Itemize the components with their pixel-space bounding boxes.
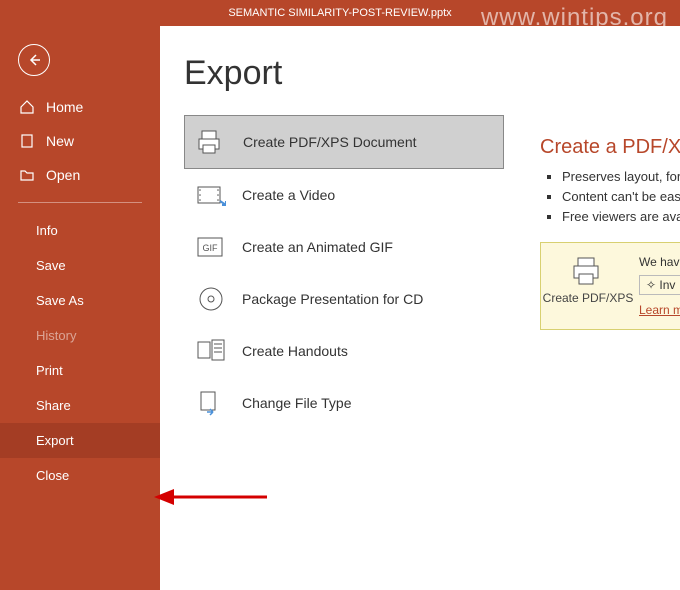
- export-option-pdf-xps[interactable]: Create PDF/XPS Document: [184, 115, 504, 169]
- sidebar-item-print[interactable]: Print: [0, 353, 160, 388]
- detail-bullets: Preserves layout, forma Content can't be…: [540, 169, 680, 224]
- detail-bullet: Free viewers are availa: [562, 209, 680, 224]
- home-icon: [18, 98, 36, 116]
- export-option-video[interactable]: Create a Video: [184, 169, 504, 221]
- export-option-package-cd[interactable]: Package Presentation for CD: [184, 273, 504, 325]
- export-option-label: Create an Animated GIF: [242, 239, 393, 255]
- promo-line1: We have: [639, 255, 680, 269]
- sidebar-item-save[interactable]: Save: [0, 248, 160, 283]
- sidebar-item-info[interactable]: Info: [0, 213, 160, 248]
- sidebar-item-save-as[interactable]: Save As: [0, 283, 160, 318]
- export-option-label: Create a Video: [242, 187, 335, 203]
- back-arrow-icon: [26, 52, 42, 68]
- export-option-label: Create PDF/XPS Document: [243, 134, 417, 150]
- new-icon: [18, 132, 36, 150]
- export-option-change-file-type[interactable]: Change File Type: [184, 377, 504, 429]
- detail-bullet: Content can't be easily: [562, 189, 680, 204]
- detail-panel: Create a PDF/X Preserves layout, forma C…: [540, 136, 680, 330]
- export-option-label: Package Presentation for CD: [242, 291, 423, 307]
- page-title: Export: [184, 54, 680, 93]
- gif-icon: GIF: [194, 233, 228, 261]
- back-button[interactable]: [18, 44, 50, 76]
- content-pane: Export Create PDF/XPS Document Create a …: [160, 26, 680, 590]
- detail-heading: Create a PDF/X: [540, 136, 680, 159]
- sidebar-item-home[interactable]: Home: [0, 90, 160, 124]
- cd-icon: [194, 285, 228, 313]
- learn-more-link[interactable]: Learn m: [639, 303, 680, 317]
- sidebar-separator: [18, 202, 142, 203]
- sidebar-item-label: New: [46, 133, 74, 149]
- create-pdf-xps-button[interactable]: Create PDF/XPS: [553, 255, 623, 317]
- create-pdf-xps-label: Create PDF/XPS: [543, 291, 634, 305]
- sidebar-item-close[interactable]: Close: [0, 458, 160, 493]
- sidebar-item-label: Home: [46, 99, 83, 115]
- sidebar-item-share[interactable]: Share: [0, 388, 160, 423]
- export-option-handouts[interactable]: Create Handouts: [184, 325, 504, 377]
- video-icon: [194, 181, 228, 209]
- export-options-list: Create PDF/XPS Document Create a Video G…: [184, 115, 504, 429]
- open-icon: [18, 166, 36, 184]
- sidebar-item-open[interactable]: Open: [0, 158, 160, 192]
- main-area: Home New Open Info Save Save As History …: [0, 26, 680, 590]
- handouts-icon: [194, 337, 228, 365]
- promo-box: Create PDF/XPS We have ✧ Inv Learn m: [540, 242, 680, 330]
- printer-icon: [568, 255, 608, 287]
- backstage-sidebar: Home New Open Info Save Save As History …: [0, 26, 160, 590]
- change-file-type-icon: [194, 389, 228, 417]
- export-option-label: Create Handouts: [242, 343, 348, 359]
- detail-bullet: Preserves layout, forma: [562, 169, 680, 184]
- export-option-gif[interactable]: GIF Create an Animated GIF: [184, 221, 504, 273]
- document-title: SEMANTIC SIMILARITY-POST-REVIEW.pptx: [228, 7, 451, 19]
- sidebar-item-history: History: [0, 318, 160, 353]
- title-bar: SEMANTIC SIMILARITY-POST-REVIEW.pptx: [0, 0, 680, 26]
- investigate-button[interactable]: ✧ Inv: [639, 275, 680, 295]
- pdf-printer-icon: [195, 128, 229, 156]
- sidebar-item-new[interactable]: New: [0, 124, 160, 158]
- export-option-label: Change File Type: [242, 395, 351, 411]
- promo-text: We have ✧ Inv Learn m: [639, 255, 680, 317]
- svg-text:GIF: GIF: [203, 243, 219, 253]
- sidebar-item-export[interactable]: Export: [0, 423, 160, 458]
- sidebar-item-label: Open: [46, 167, 80, 183]
